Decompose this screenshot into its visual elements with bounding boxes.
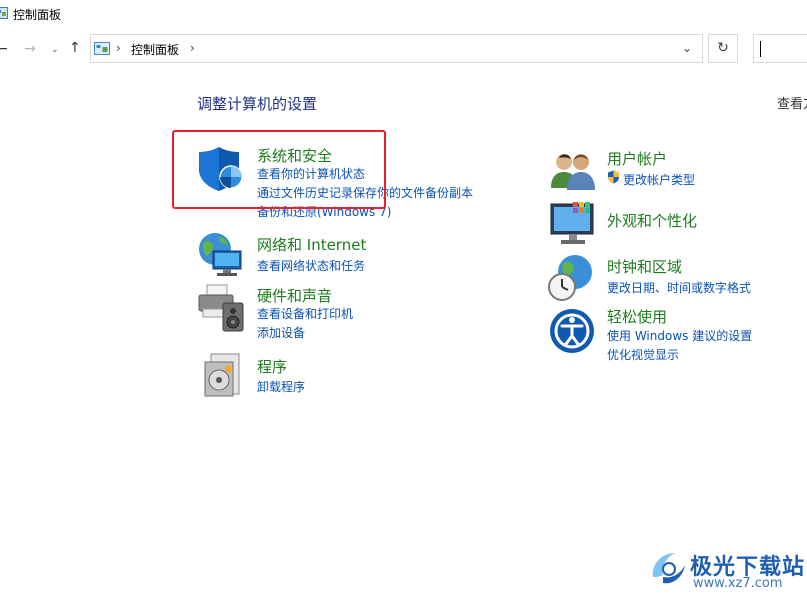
address-dropdown-button[interactable]: ⌄ [682,41,692,55]
category-appearance-personalization[interactable]: 外观和个性化 [607,210,697,231]
page-title: 调整计算机的设置 [197,95,318,113]
category-user-accounts[interactable]: 用户帐户 [607,148,667,169]
network-globe-icon [199,233,242,276]
link-uninstall-program[interactable]: 卸载程序 [257,378,305,395]
link-devices-printers[interactable]: 查看设备和打印机 [257,305,353,322]
recent-locations-button[interactable]: ⌄ [51,42,59,58]
forward-button[interactable]: → [24,41,36,57]
address-bar[interactable]: › 控制面板 › ⌄ [90,34,703,63]
category-clock-region[interactable]: 时钟和区域 [607,256,682,277]
category-programs[interactable]: 程序 [257,356,287,377]
window-title: 控制面板 [13,8,62,22]
back-button[interactable]: ← [0,41,8,57]
link-change-account-type[interactable]: 更改帐户类型 [623,171,695,188]
view-by-label[interactable]: 查看方 [777,93,807,112]
link-add-device[interactable]: 添加设备 [257,324,305,341]
user-accounts-icon [551,154,595,190]
link-network-status[interactable]: 查看网络状态和任务 [257,257,365,274]
search-input[interactable] [753,34,807,63]
control-panel-icon [94,42,110,55]
control-panel-icon [0,7,8,19]
uac-shield-icon [608,170,619,184]
clock-globe-icon [548,255,592,301]
text-caret [760,41,761,57]
ease-of-access-icon [550,309,594,353]
category-ease-of-access[interactable]: 轻松使用 [607,306,667,327]
title-bar: 控制面板 [0,0,807,30]
printer-speaker-icon [198,284,244,332]
link-change-date-time-format[interactable]: 更改日期、时间或数字格式 [607,279,751,296]
appearance-monitor-icon [550,202,594,244]
link-optimize-visual-display[interactable]: 优化视觉显示 [607,346,679,363]
category-hardware-sound[interactable]: 硬件和声音 [257,285,332,306]
watermark-logo-icon [652,553,685,584]
programs-icon [204,353,240,397]
breadcrumb-separator[interactable]: › [116,41,121,55]
link-windows-recommended-settings[interactable]: 使用 Windows 建议的设置 [607,327,752,344]
refresh-button[interactable]: ↻ [708,34,738,63]
breadcrumb-separator[interactable]: › [190,41,195,55]
up-button[interactable]: ↑ [69,40,81,56]
breadcrumb-control-panel[interactable]: 控制面板 [131,41,179,58]
category-network-internet[interactable]: 网络和 Internet [257,234,366,255]
watermark-url: www.xz7.com [693,576,783,591]
highlight-annotation [172,130,386,209]
